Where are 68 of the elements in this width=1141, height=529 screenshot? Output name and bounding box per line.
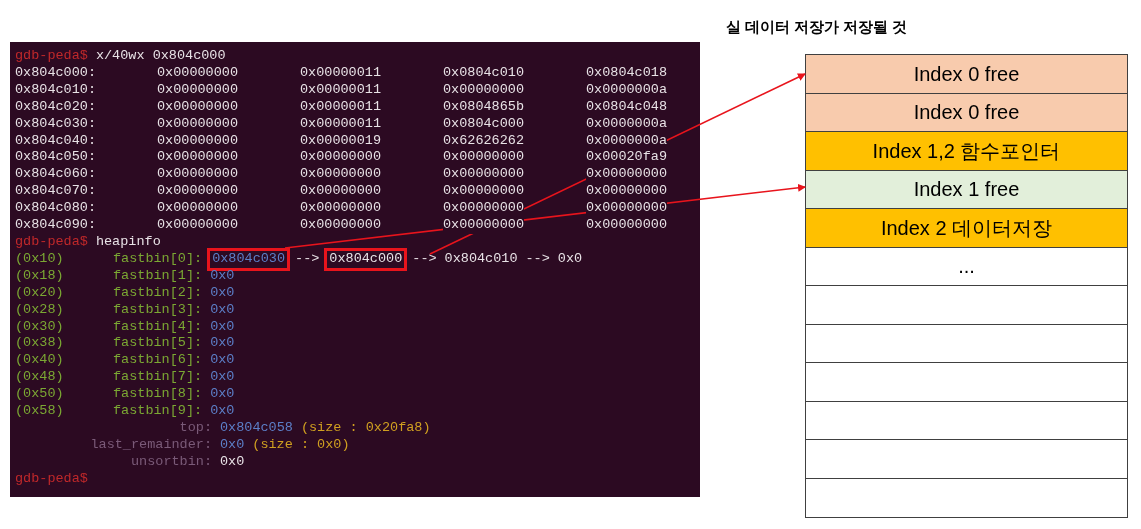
memory-address: 0x804c070: [15, 183, 96, 201]
memory-address: 0x804c020: [15, 98, 96, 116]
arrow-text: --> [295, 250, 320, 268]
table-cell: Index 1 free [806, 170, 1127, 209]
heap-label: top: [179, 419, 212, 437]
fastbin-label: fastbin[8]: [113, 386, 203, 404]
address-text: 0x804c030 [210, 250, 288, 268]
prompt-text: gdb-peda$ [15, 233, 88, 251]
size-text: (0x58) [15, 403, 65, 420]
fastbin-label: fastbin[2]: [113, 284, 203, 302]
size-text: (0x50) [15, 386, 65, 404]
prompt-text: gdb-peda$ [15, 48, 88, 65]
fastbin-label: fastbin[5]: [113, 335, 203, 353]
table-cell: Index 0 free [806, 55, 1127, 94]
table-cell: Index 0 free [806, 93, 1127, 132]
address-text: 0x0 [210, 301, 235, 319]
fastbin-label: fastbin[7]: [113, 369, 203, 387]
fastbin-label: fastbin[1]: [113, 267, 203, 285]
fastbin-label: fastbin[9]: [113, 403, 203, 420]
address-text: 0x0 [210, 318, 235, 336]
command-text: x/40wx 0x804c000 [95, 48, 226, 65]
memory-address: 0x804c040: [15, 132, 96, 150]
size-text: (0x28) [15, 301, 65, 319]
size-text: (size : 0x20fa8) [300, 419, 431, 437]
address-text: 0x0 [210, 403, 235, 420]
memory-address: 0x804c030: [15, 115, 96, 133]
address-text: 0x804c010 [444, 250, 518, 268]
address-text: 0x0 [220, 453, 245, 471]
arrow-text: --> [412, 250, 437, 268]
size-text: (0x40) [15, 352, 65, 370]
size-text: (0x48) [15, 369, 65, 387]
memory-address: 0x804c090: [15, 217, 96, 234]
fastbin-label: fastbin[6]: [113, 352, 203, 370]
arrow-text: --> [525, 250, 550, 268]
address-text: 0x0 [557, 250, 583, 268]
memory-word: 0x00000000 [443, 217, 524, 234]
address-text: 0x0 [210, 386, 235, 404]
address-text: 0x0 [210, 284, 235, 302]
prompt-text: gdb-peda$ [15, 470, 88, 488]
table-cell: Index 1,2 함수포인터 [806, 132, 1127, 171]
address-text: 0x0 [210, 267, 235, 285]
size-text: (0x10) [15, 250, 65, 268]
size-text: (0x20) [15, 284, 65, 302]
heap-label: unsortbin: [131, 453, 212, 471]
size-text: (size : 0x0) [252, 436, 350, 454]
size-text: (0x18) [15, 267, 65, 285]
memory-address: 0x804c010: [15, 81, 96, 99]
memory-word: 0x00020fa9 [586, 149, 667, 167]
memory-address: 0x804c060: [15, 166, 96, 184]
memory-address: 0x804c000: [15, 64, 96, 82]
address-text: 0x0 [210, 369, 235, 387]
table-cell: Index 2 데이터저장 [806, 209, 1127, 248]
address-text: 0x804c058 [220, 419, 293, 437]
address-text: 0x0 [210, 335, 235, 353]
address-text: 0x0 [210, 352, 235, 370]
address-text: 0x804c000 [327, 250, 405, 268]
address-text: 0x0 [220, 436, 245, 454]
memory-word: 0x00000000 [443, 200, 524, 218]
fastbin-label: fastbin[4]: [113, 318, 203, 336]
heap-label: last_remainder: [90, 436, 212, 454]
size-text: (0x30) [15, 318, 65, 336]
command-text: heapinfo [95, 233, 161, 251]
diagram-title: 실 데이터 저장가 저장될 것 [726, 18, 909, 37]
memory-address: 0x804c080: [15, 200, 96, 218]
size-text: (0x38) [15, 335, 65, 353]
memory-address: 0x804c050: [15, 149, 96, 167]
fastbin-label: fastbin[0]: [113, 250, 203, 268]
fastbin-label: fastbin[3]: [113, 301, 203, 319]
